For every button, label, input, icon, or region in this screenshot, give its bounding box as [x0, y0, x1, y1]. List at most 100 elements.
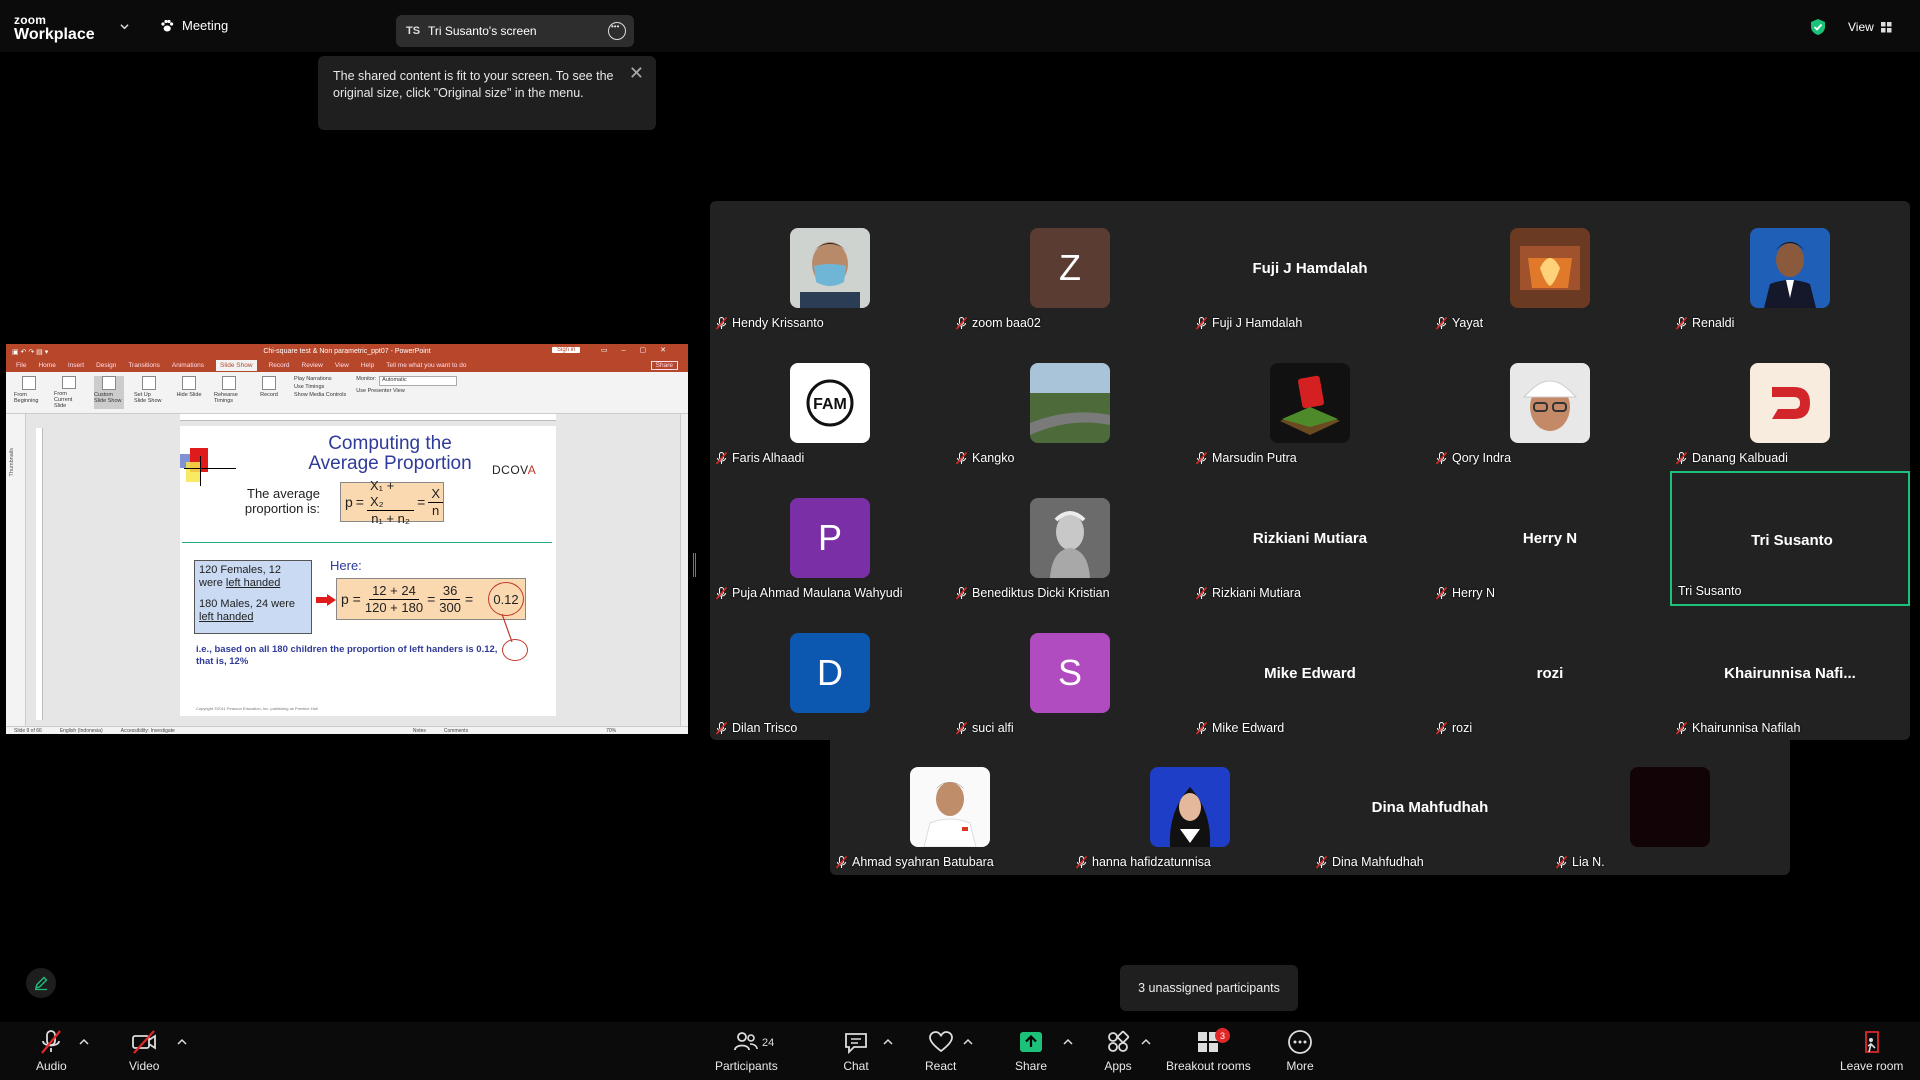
- chevron-down-icon[interactable]: [120, 22, 129, 31]
- participant-tile[interactable]: Danang Kalbuadi: [1670, 336, 1910, 471]
- participant-tile[interactable]: Zzoom baa02: [950, 201, 1190, 336]
- ppt-rehearse[interactable]: Rehearse Timings: [214, 376, 244, 409]
- slide-data-box: 120 Females, 12 were left handed 180 Mal…: [194, 560, 312, 634]
- participant-name-label: Benediktus Dicki Kristian: [956, 586, 1110, 600]
- tooltip-text: The shared content is fit to your screen…: [333, 69, 614, 100]
- ppt-setup-show[interactable]: Set Up Slide Show: [134, 376, 164, 409]
- close-icon[interactable]: ✕: [629, 64, 644, 82]
- ppt-tab-active[interactable]: Slide Show: [216, 360, 257, 371]
- ppt-tab[interactable]: Animations: [172, 362, 204, 369]
- participant-tile[interactable]: Benediktus Dicki Kristian: [950, 471, 1190, 606]
- meeting-info-button[interactable]: Meeting: [160, 18, 228, 33]
- chat-button[interactable]: Chat: [842, 1028, 870, 1073]
- ppt-monitor-select[interactable]: Automatic: [379, 376, 458, 386]
- ppt-tab[interactable]: Help: [361, 362, 374, 369]
- more-button[interactable]: More: [1286, 1028, 1314, 1073]
- ppt-record[interactable]: Record: [254, 376, 284, 409]
- chat-options-caret-icon[interactable]: [883, 1038, 893, 1046]
- participant-tile[interactable]: Herry N Herry N: [1430, 471, 1670, 606]
- ppt-hide-slide[interactable]: Hide Slide: [174, 376, 204, 409]
- participant-tile[interactable]: Rizkiani Mutiara Rizkiani Mutiara: [1190, 471, 1430, 606]
- annotate-button[interactable]: [26, 968, 56, 998]
- participant-name: Lia N.: [1572, 855, 1605, 869]
- participant-name-label: Yayat: [1436, 316, 1483, 330]
- ppt-tab[interactable]: Home: [38, 362, 55, 369]
- more-label: More: [1286, 1059, 1314, 1073]
- participant-tile[interactable]: Lia N.: [1550, 740, 1790, 875]
- ppt-from-beginning[interactable]: From Beginning: [14, 376, 44, 409]
- participant-tile[interactable]: Qory Indra: [1430, 336, 1670, 471]
- ppt-presenter-view[interactable]: Use Presenter View: [356, 388, 457, 394]
- participant-tile[interactable]: D Dilan Trisco: [710, 606, 950, 741]
- ppt-tab[interactable]: Insert: [68, 362, 84, 369]
- avatar-letter: P: [790, 498, 870, 578]
- ppt-custom-show[interactable]: Custom Slide Show: [94, 376, 124, 409]
- ppt-from-current[interactable]: From Current Slide: [54, 376, 84, 409]
- participant-tile[interactable]: Kangko: [950, 336, 1190, 471]
- shared-screen-powerpoint[interactable]: ▣ ↶ ↷ ▤ ▾ Chi-square test & Non parametr…: [6, 344, 688, 734]
- ppt-tab[interactable]: Design: [96, 362, 116, 369]
- participant-tile[interactable]: Tri Susanto Tri Susanto: [1670, 471, 1910, 606]
- participant-display-name: Tri Susanto: [1751, 532, 1833, 549]
- ppt-tab[interactable]: Transitions: [128, 362, 160, 369]
- participant-name-label: Faris Alhaadi: [716, 451, 804, 465]
- slide-conclusion: i.e., based on all 180 children the prop…: [196, 644, 498, 667]
- meeting-label: Meeting: [182, 18, 229, 33]
- more-options-icon[interactable]: [608, 22, 626, 40]
- apps-options-caret-icon[interactable]: [1141, 1038, 1151, 1046]
- audio-options-caret-icon[interactable]: [79, 1038, 89, 1046]
- ppt-sign-in-button[interactable]: Sign in: [552, 347, 581, 353]
- ppt-tab[interactable]: Record: [269, 362, 290, 369]
- participant-tile[interactable]: P Puja Ahmad Maulana Wahyudi: [710, 471, 950, 606]
- ppt-tell-me[interactable]: Tell me what you want to do: [386, 362, 466, 369]
- audio-button[interactable]: Audio: [36, 1028, 67, 1073]
- react-button[interactable]: React: [925, 1028, 956, 1073]
- ppt-checkbox[interactable]: Use Timings: [294, 384, 346, 390]
- participant-tile[interactable]: Yayat: [1430, 201, 1670, 336]
- leave-room-button[interactable]: Leave room: [1840, 1028, 1903, 1073]
- participant-tile[interactable]: Hendy Krissanto: [710, 201, 950, 336]
- participant-tile[interactable]: Fuji J Hamdalah Fuji J Hamdalah: [1190, 201, 1430, 336]
- ppt-tab[interactable]: File: [16, 362, 26, 369]
- participant-tile[interactable]: Ahmad syahran Batubara: [830, 740, 1070, 875]
- participants-button[interactable]: Participants: [715, 1028, 778, 1073]
- participant-tile[interactable]: Mike Edward Mike Edward: [1190, 606, 1430, 741]
- participant-tile[interactable]: hanna hafidzatunnisa: [1070, 740, 1310, 875]
- view-button[interactable]: View: [1848, 20, 1892, 34]
- participant-name: hanna hafidzatunnisa: [1092, 855, 1211, 869]
- ppt-horizontal-ruler: [180, 414, 556, 421]
- grid-view-icon: [1880, 21, 1892, 32]
- participant-tile[interactable]: Khairunnisa Nafi... Khairunnisa Nafilah: [1670, 606, 1910, 741]
- mic-muted-icon: [956, 721, 967, 735]
- participant-tile[interactable]: Dina Mahfudhah Dina Mahfudhah: [1310, 740, 1550, 875]
- shared-screen-pill[interactable]: TS Tri Susanto's screen: [396, 15, 634, 47]
- split-view-handle[interactable]: [693, 553, 696, 577]
- ppt-thumbnails-pane[interactable]: Thumbnails: [6, 414, 26, 726]
- breakout-rooms-button[interactable]: Breakout rooms: [1166, 1028, 1251, 1073]
- participant-tile[interactable]: Ssuci alfi: [950, 606, 1190, 741]
- ppt-checkbox[interactable]: Play Narrations: [294, 376, 346, 382]
- ppt-title-bar: ▣ ↶ ↷ ▤ ▾ Chi-square test & Non parametr…: [6, 344, 688, 359]
- zoom-logo[interactable]: zoom Workplace: [14, 14, 95, 43]
- apps-button[interactable]: Apps: [1104, 1028, 1132, 1073]
- participant-tile[interactable]: Renaldi: [1670, 201, 1910, 336]
- mic-muted-icon: [956, 586, 967, 600]
- ppt-ribbon-tabs: File Home Insert Design Transitions Anim…: [6, 359, 688, 372]
- ppt-tab[interactable]: Review: [302, 362, 323, 369]
- ppt-share-button[interactable]: Share: [650, 361, 678, 370]
- video-button[interactable]: Video: [129, 1028, 159, 1073]
- participant-tile[interactable]: rozi rozi: [1430, 606, 1670, 741]
- ppt-checkbox[interactable]: Show Media Controls: [294, 392, 346, 398]
- react-options-caret-icon[interactable]: [963, 1038, 973, 1046]
- ppt-tab[interactable]: View: [335, 362, 349, 369]
- video-options-caret-icon[interactable]: [177, 1038, 187, 1046]
- mic-muted-icon: [956, 451, 967, 465]
- encryption-shield-icon[interactable]: [1810, 18, 1826, 36]
- share-button[interactable]: Share: [1015, 1028, 1047, 1073]
- audio-label: Audio: [36, 1059, 67, 1073]
- ppt-scrollbar[interactable]: [680, 414, 688, 726]
- mic-muted-icon: [1436, 586, 1447, 600]
- share-options-caret-icon[interactable]: [1063, 1038, 1073, 1046]
- participant-tile[interactable]: Marsudin Putra: [1190, 336, 1430, 471]
- participant-tile[interactable]: FAM Faris Alhaadi: [710, 336, 950, 471]
